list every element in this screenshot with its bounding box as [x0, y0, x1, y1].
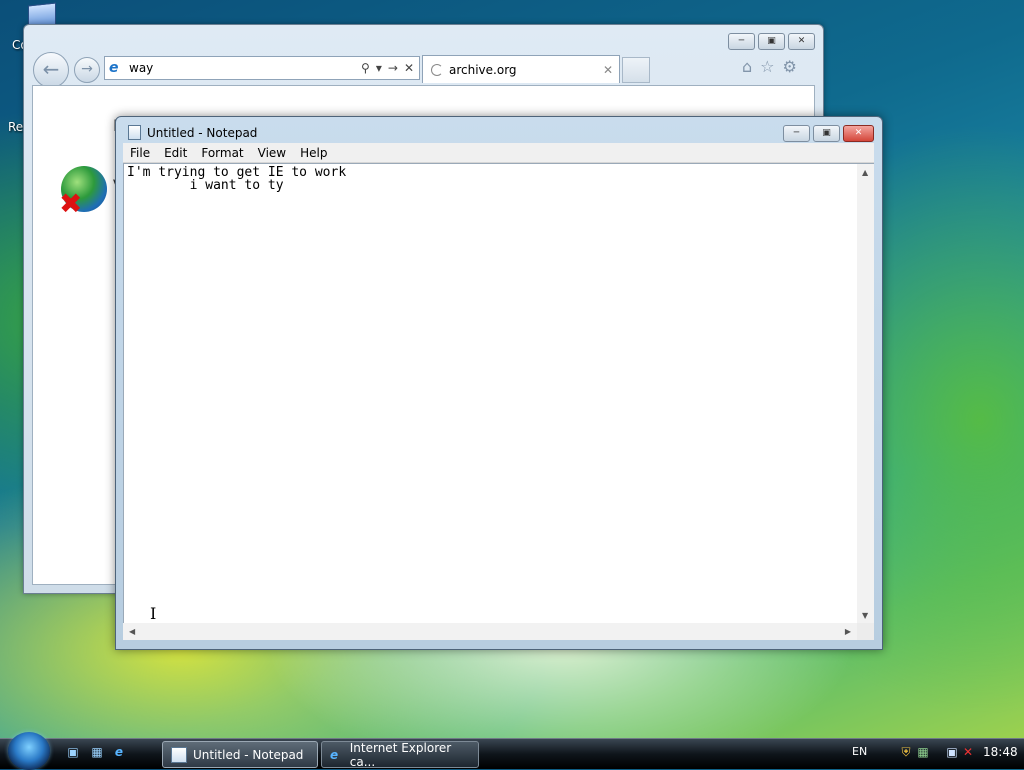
taskbar [0, 738, 1024, 769]
notepad-close-button[interactable]: ✕ [843, 125, 874, 142]
search-icon[interactable]: ⚲ [361, 61, 370, 75]
desktop-icon-label-recycle-bin[interactable]: Re [8, 120, 23, 134]
notepad-titlebar[interactable]: Untitled - Notepad [128, 125, 257, 140]
ie-logo-icon: e [109, 60, 119, 76]
notepad-window: Untitled - Notepad ─ ▣ ✕ File Edit Forma… [115, 116, 883, 650]
ie-quicklaunch-icon[interactable]: e [110, 745, 128, 761]
notepad-icon [128, 125, 141, 140]
switch-windows-icon[interactable]: ▦ [88, 745, 106, 761]
window-title: Untitled - Notepad [147, 125, 258, 140]
notepad-taskbar-icon [171, 746, 187, 763]
taskbar-button-internet-explorer[interactable]: e Internet Explorer ca... [321, 740, 479, 769]
horizontal-scrollbar[interactable]: ◀ ▶ [123, 623, 857, 640]
tab-close-icon[interactable]: ✕ [603, 63, 613, 77]
new-tab-button[interactable] [622, 57, 650, 83]
menu-file[interactable]: File [123, 146, 157, 160]
loading-spinner-icon [431, 63, 443, 76]
address-bar[interactable]: e way ⚲ ▾ → ✕ [104, 56, 420, 80]
forward-button[interactable]: → [74, 57, 100, 83]
back-button[interactable]: ← [33, 52, 69, 88]
ie-close-button[interactable]: ✕ [788, 33, 815, 50]
menu-view[interactable]: View [251, 146, 293, 160]
go-arrow-icon[interactable]: → [388, 61, 398, 75]
editor-text[interactable]: I'm trying to get IE to work i want to t… [124, 164, 858, 194]
scroll-right-arrow-icon[interactable]: ▶ [845, 627, 851, 636]
taskbar-button-label: Untitled - Notepad [193, 747, 304, 762]
scroll-up-arrow-icon[interactable]: ▲ [862, 168, 868, 177]
ie-taskbar-icon: e [330, 747, 339, 762]
scroll-left-arrow-icon[interactable]: ◀ [129, 627, 135, 636]
menu-format[interactable]: Format [194, 146, 250, 160]
address-input[interactable]: way [129, 61, 361, 75]
show-desktop-icon[interactable]: ▣ [64, 745, 82, 761]
menu-edit[interactable]: Edit [157, 146, 194, 160]
menu-help[interactable]: Help [293, 146, 334, 160]
taskbar-button-notepad[interactable]: Untitled - Notepad [162, 741, 318, 768]
error-x-icon: ✖ [59, 187, 83, 220]
volume-muted-icon[interactable]: ✕ [960, 745, 976, 759]
notepad-maximize-button[interactable]: ▣ [813, 125, 840, 142]
language-indicator[interactable]: EN [852, 745, 867, 758]
stop-icon[interactable]: ✕ [404, 61, 414, 75]
scroll-down-arrow-icon[interactable]: ▼ [862, 611, 868, 620]
text-editor[interactable]: I'm trying to get IE to work i want to t… [123, 163, 858, 624]
tab-title: archive.org [449, 62, 517, 77]
ie-window-controls: ─ ▣ ✕ [728, 33, 815, 50]
favorites-star-icon[interactable]: ☆ [760, 57, 774, 76]
notepad-minimize-button[interactable]: ─ [783, 125, 810, 142]
vertical-scrollbar[interactable]: ▲ ▼ [857, 163, 874, 624]
notepad-window-controls: ─ ▣ ✕ [783, 125, 874, 142]
taskbar-button-label: Internet Explorer ca... [349, 740, 452, 769]
text-cursor-icon: I [150, 604, 157, 623]
clock[interactable]: 18:48 [983, 745, 1018, 759]
dropdown-arrow-icon[interactable]: ▾ [376, 61, 382, 75]
network-icon[interactable]: ▦ [915, 745, 931, 759]
ie-maximize-button[interactable]: ▣ [758, 33, 785, 50]
tools-gear-icon[interactable]: ⚙ [783, 57, 797, 76]
menu-bar: File Edit Format View Help [123, 143, 874, 163]
home-icon[interactable]: ⌂ [742, 57, 752, 76]
security-shield-icon[interactable]: ⛨ [898, 745, 914, 759]
start-button[interactable] [8, 732, 50, 770]
resize-grip[interactable] [857, 623, 874, 640]
display-icon[interactable]: ▣ [944, 745, 960, 759]
ie-minimize-button[interactable]: ─ [728, 33, 755, 50]
tab-archive-org[interactable]: archive.org ✕ [422, 55, 620, 83]
